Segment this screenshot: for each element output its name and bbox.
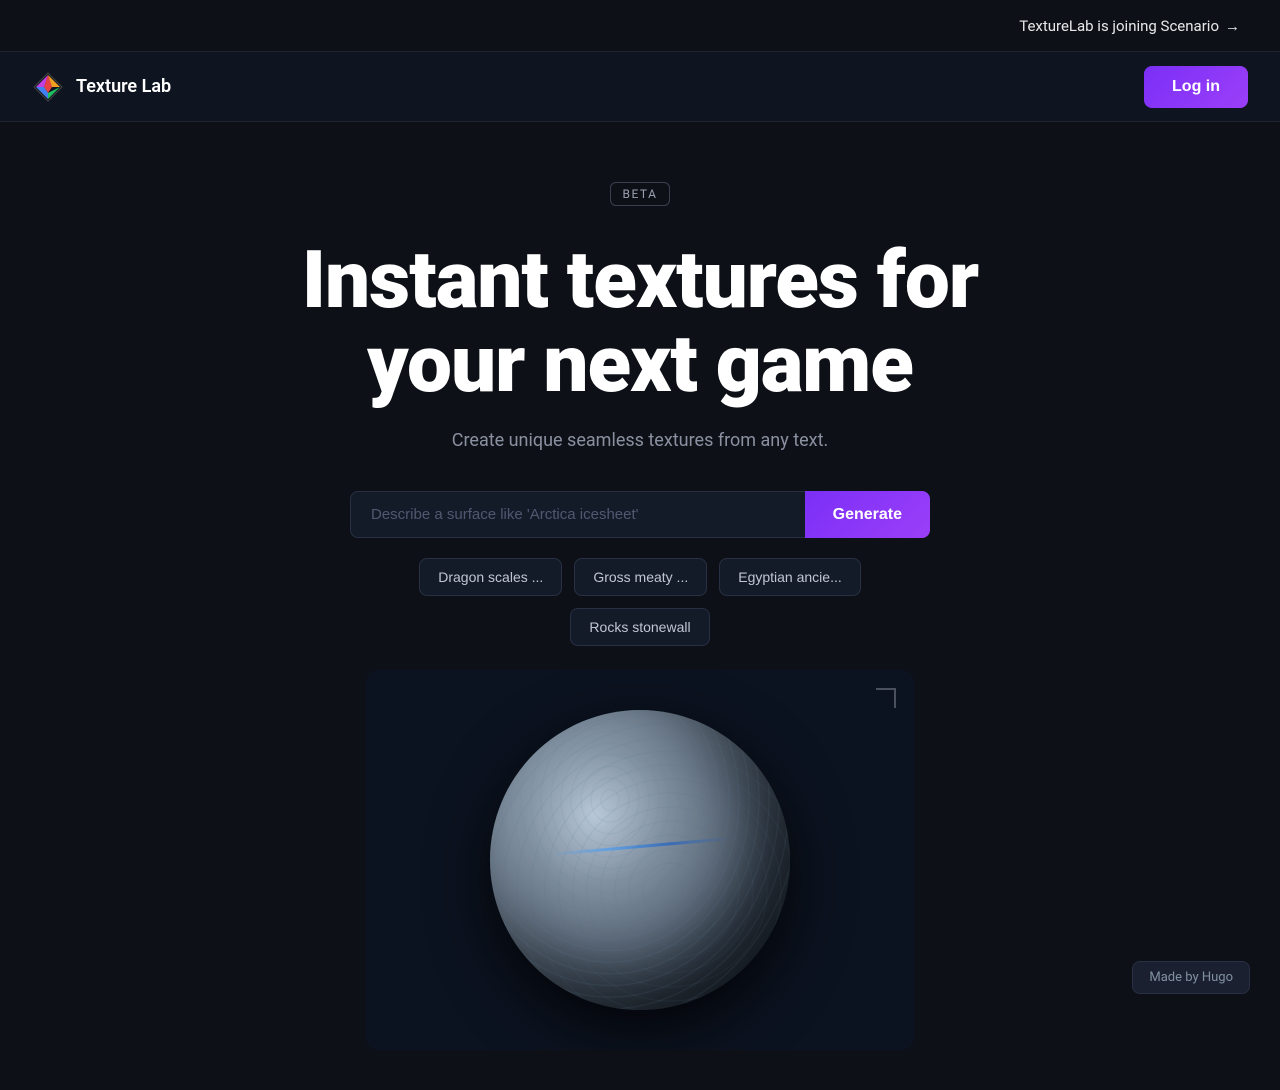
hero-title: Instant textures for your next game	[302, 238, 978, 406]
made-by-badge: Made by Hugo	[1132, 961, 1250, 994]
chip-rocks-stonewall[interactable]: Rocks stonewall	[570, 608, 709, 646]
brand-name: Texture Lab	[76, 76, 171, 97]
beta-badge: BETA	[610, 182, 671, 206]
chips-row: Dragon scales ... Gross meaty ... Egypti…	[350, 558, 930, 646]
login-button[interactable]: Log in	[1144, 66, 1248, 108]
chip-dragon-scales[interactable]: Dragon scales ...	[419, 558, 562, 596]
hero-title-line2: your next game	[367, 317, 913, 411]
hero-subtitle: Create unique seamless textures from any…	[452, 430, 828, 451]
hero-title-line1: Instant textures for	[302, 233, 978, 327]
chip-gross-meaty[interactable]: Gross meaty ...	[574, 558, 707, 596]
announcement-link[interactable]: TextureLab is joining Scenario →	[1019, 17, 1240, 35]
texture-sphere	[490, 710, 790, 1010]
sphere-container	[366, 670, 914, 1050]
brand: Texture Lab	[32, 71, 171, 103]
navbar: Texture Lab Log in	[0, 52, 1280, 122]
generate-button[interactable]: Generate	[805, 491, 930, 538]
search-row: Generate	[350, 491, 930, 538]
preview-card	[366, 670, 914, 1050]
announcement-bar: TextureLab is joining Scenario →	[0, 0, 1280, 52]
search-input[interactable]	[350, 491, 805, 538]
brand-logo-icon	[32, 71, 64, 103]
announcement-text: TextureLab is joining Scenario	[1019, 17, 1219, 35]
hero-section: BETA Instant textures for your next game…	[0, 122, 1280, 1090]
announcement-arrow: →	[1225, 17, 1240, 35]
chip-egyptian[interactable]: Egyptian ancie...	[719, 558, 861, 596]
